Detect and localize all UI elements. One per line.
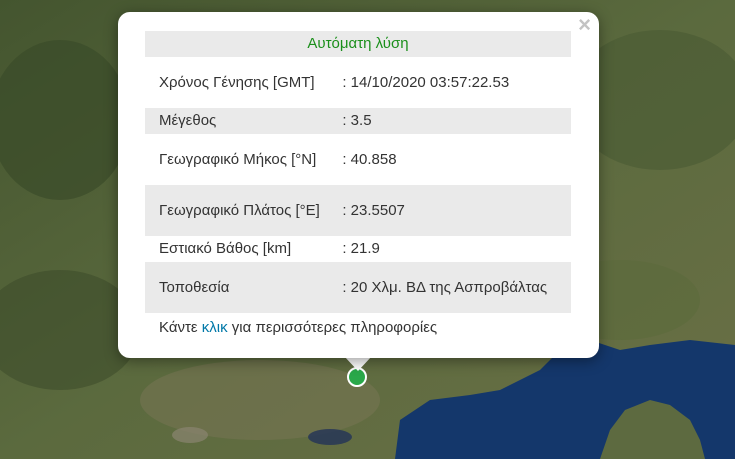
more-info-text: Κάντε κλικ για περισσότερες πληροφορίες: [145, 313, 571, 343]
more-info-row: Κάντε κλικ για περισσότερες πληροφορίες: [145, 313, 571, 343]
popup-title: Αυτόματη λύση: [145, 31, 571, 57]
more-info-link[interactable]: κλικ: [202, 319, 228, 336]
table-row: Εστιακό Βάθος [km] : 21.9: [145, 236, 571, 262]
close-icon[interactable]: ×: [578, 14, 591, 36]
row-label-magnitude: Μέγεθος: [145, 108, 343, 134]
row-value-depth: : 21.9: [342, 240, 380, 257]
row-value-magnitude: : 3.5: [342, 108, 571, 134]
popup-title-row: Αυτόματη λύση: [145, 31, 571, 57]
table-row: Τοποθεσία : 20 Χλμ. ΒΔ της Ασπροβάλτας: [145, 262, 571, 313]
row-value-location: : 20 Χλμ. ΒΔ της Ασπροβάλτας: [342, 262, 571, 313]
row-label-depth: Εστιακό Βάθος [km]: [159, 240, 292, 257]
earthquake-info-table: Αυτόματη λύση Χρόνος Γένησης [GMT] : 14/…: [145, 31, 571, 343]
row-value-origin-time: : 14/10/2020 03:57:22.53: [342, 73, 510, 91]
table-row: Γεωγραφικό Μήκος [°N] : 40.858: [145, 134, 571, 185]
more-info-prefix: Κάντε: [159, 319, 202, 336]
row-label-latitude: Γεωγραφικό Πλάτος [°E]: [145, 185, 343, 236]
row-label-longitude: Γεωγραφικό Μήκος [°N]: [159, 150, 317, 168]
table-row: Χρόνος Γένησης [GMT] : 14/10/2020 03:57:…: [145, 57, 571, 108]
row-value-longitude: : 40.858: [342, 150, 397, 168]
table-row: Μέγεθος : 3.5: [145, 108, 571, 134]
earthquake-popup: × Αυτόματη λύση Χρόνος Γένησης [GMT] : 1…: [118, 12, 599, 358]
more-info-suffix: για περισσότερες πληροφορίες: [227, 319, 438, 336]
table-row: Γεωγραφικό Πλάτος [°E] : 23.5507: [145, 185, 571, 236]
row-value-latitude: : 23.5507: [342, 185, 571, 236]
row-label-location: Τοποθεσία: [145, 262, 343, 313]
popup-tip: [344, 356, 372, 371]
row-label-origin-time: Χρόνος Γένησης [GMT]: [159, 73, 315, 91]
